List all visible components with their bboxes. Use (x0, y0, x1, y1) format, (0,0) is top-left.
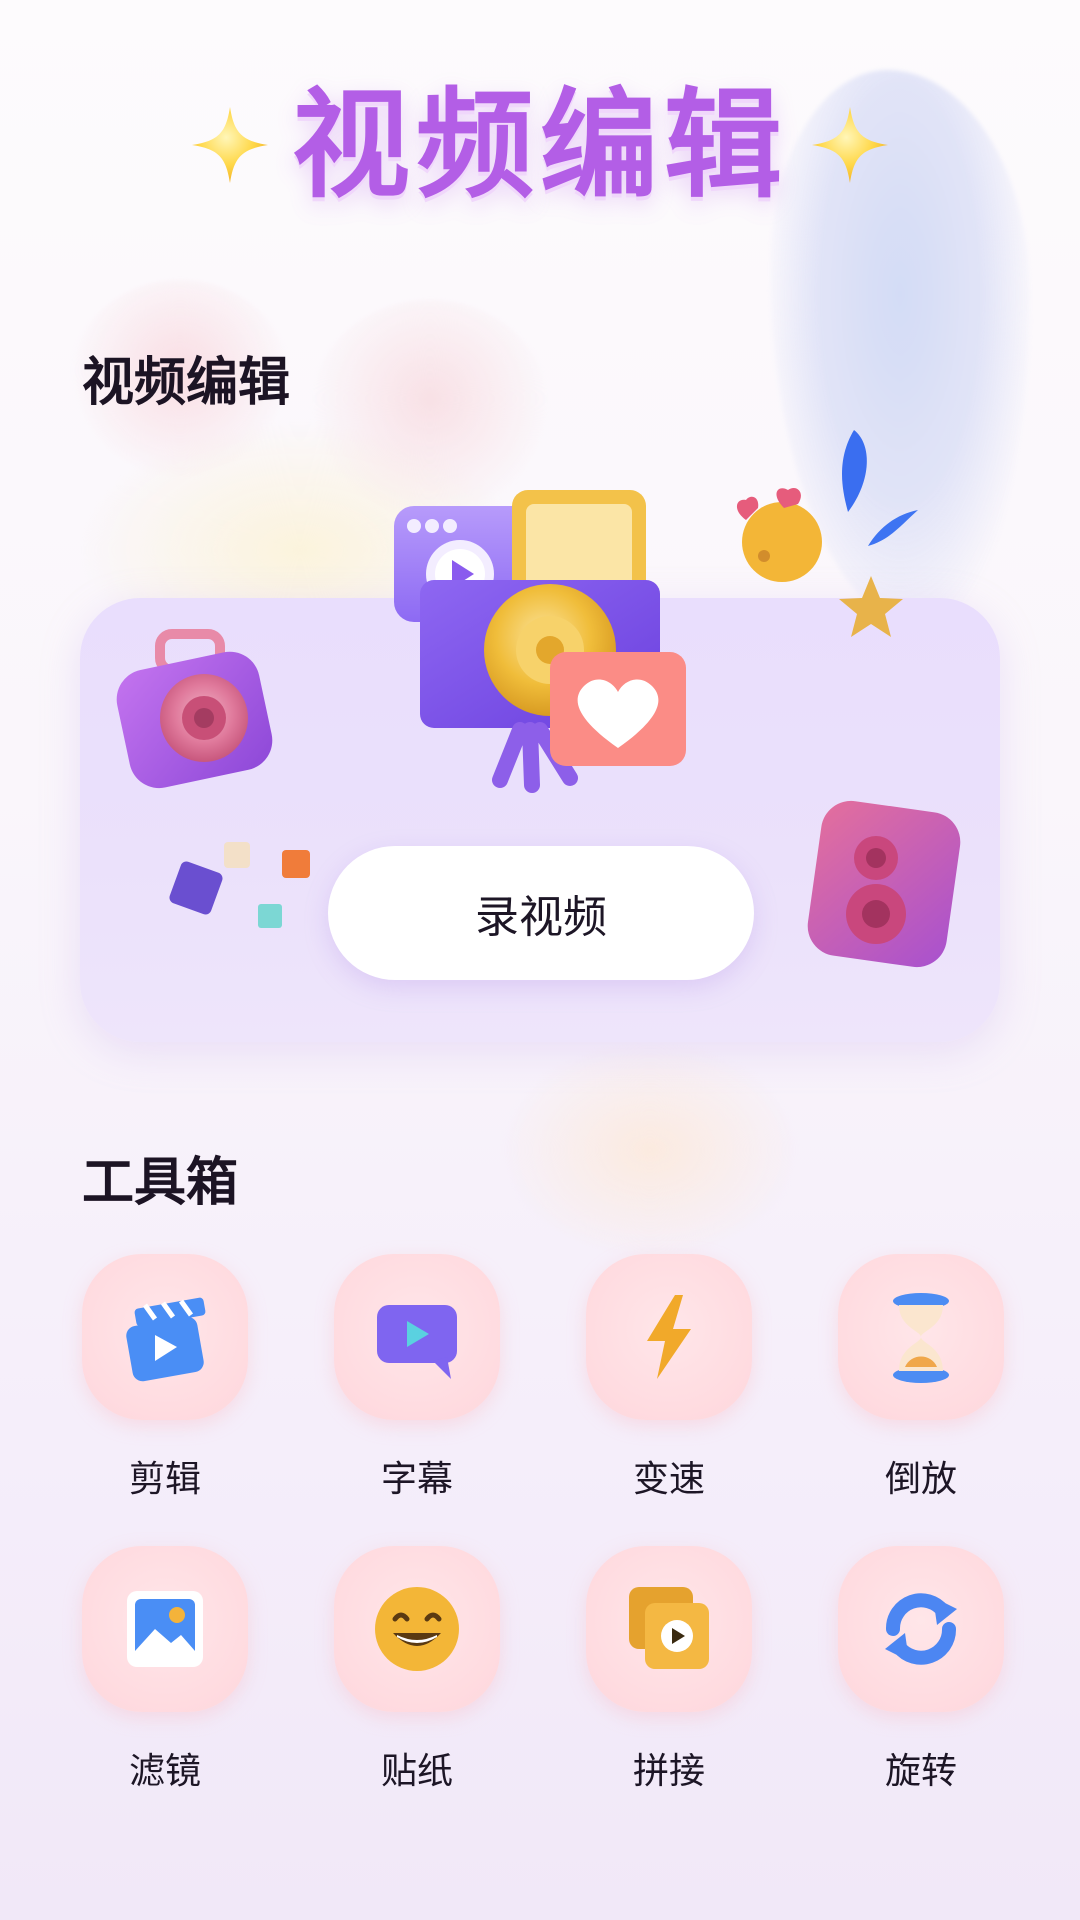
star-icon (839, 576, 903, 637)
sparkle-right-icon (812, 107, 888, 183)
tool-rotate-label: 旋转 (884, 1751, 957, 1792)
rotate-arrows-icon (885, 1593, 957, 1665)
tool-clip[interactable]: 剪辑 (80, 1254, 250, 1502)
camera-icon (116, 629, 273, 789)
blue-splash-icon (842, 430, 918, 546)
banner-title: 视频编辑 (291, 76, 788, 214)
tool-sticker-label: 贴纸 (380, 1751, 453, 1792)
tool-speed-tile[interactable] (586, 1254, 752, 1420)
tool-rotate-tile[interactable] (838, 1546, 1004, 1712)
tool-splice-label: 拼接 (632, 1751, 705, 1792)
tool-subtitle-label: 字幕 (380, 1459, 453, 1500)
toolbox-title: 工具箱 (82, 1153, 239, 1213)
video-section-title: 视频编辑 (82, 353, 291, 413)
tool-reverse-label: 倒放 (884, 1459, 957, 1500)
tool-rotate[interactable]: 旋转 (836, 1546, 1006, 1794)
tool-speed-label: 变速 (632, 1459, 705, 1500)
tool-subtitle[interactable]: 字幕 (332, 1254, 502, 1502)
sparkle-left-icon (191, 107, 268, 183)
title-banner: 视频编辑 (0, 70, 1080, 220)
stacked-play-icon (629, 1587, 709, 1669)
lightning-icon (647, 1295, 691, 1379)
clapperboard-play-icon (126, 1297, 206, 1382)
heart-card-icon (550, 652, 686, 766)
tool-clip-label: 剪辑 (128, 1459, 201, 1500)
tool-sticker[interactable]: 贴纸 (332, 1546, 502, 1794)
background-star-blob (500, 1040, 800, 1260)
subtitle-bubble-icon (377, 1305, 457, 1379)
tool-reverse-tile[interactable] (838, 1254, 1004, 1420)
cubes-icon (169, 842, 310, 928)
hourglass-icon (893, 1293, 949, 1383)
record-video-button[interactable]: 录视频 (328, 846, 754, 980)
tool-speed[interactable]: 变速 (584, 1254, 754, 1502)
tool-splice[interactable]: 拼接 (584, 1546, 754, 1794)
tool-filter-tile[interactable] (82, 1546, 248, 1712)
smiley-face-icon (375, 1587, 459, 1671)
tool-subtitle-tile[interactable] (334, 1254, 500, 1420)
tool-filter[interactable]: 滤镜 (80, 1546, 250, 1794)
tool-splice-tile[interactable] (586, 1546, 752, 1712)
heart-eyes-emoji-icon (736, 487, 822, 582)
tool-reverse[interactable]: 倒放 (836, 1254, 1006, 1502)
speaker-icon (807, 800, 961, 968)
picture-frame-icon (127, 1591, 203, 1667)
tool-clip-tile[interactable] (82, 1254, 248, 1420)
tool-sticker-tile[interactable] (334, 1546, 500, 1712)
tool-filter-label: 滤镜 (128, 1751, 201, 1792)
